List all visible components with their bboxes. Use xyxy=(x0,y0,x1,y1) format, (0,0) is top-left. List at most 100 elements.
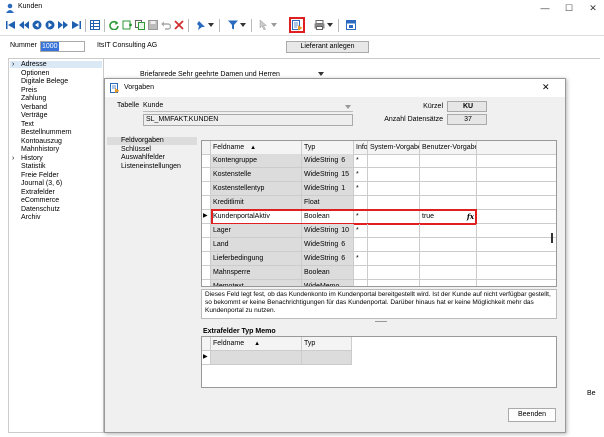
print-icon[interactable] xyxy=(313,19,325,31)
cell-typ[interactable]: WideString 6 xyxy=(302,238,354,252)
sidebar-item[interactable]: › Adresse xyxy=(10,61,102,68)
undo-icon[interactable] xyxy=(160,19,172,31)
cell-feldname[interactable]: Land xyxy=(211,238,302,252)
copy-record-icon[interactable] xyxy=(134,19,146,31)
cursor-icon[interactable] xyxy=(258,19,270,31)
cell-typ[interactable]: WideString 6 xyxy=(302,252,354,266)
close-button[interactable]: ✕ xyxy=(582,2,604,14)
cell-system[interactable] xyxy=(368,168,420,182)
maximize-button[interactable]: ☐ xyxy=(558,2,580,14)
nav-item[interactable]: Feldvorgaben xyxy=(107,137,197,145)
refresh-icon[interactable] xyxy=(108,19,120,31)
chevron-down-icon[interactable] xyxy=(327,19,333,31)
cell-system[interactable] xyxy=(368,280,420,286)
sidebar-item[interactable]: Zahlung xyxy=(21,95,46,102)
minimize-button[interactable]: — xyxy=(534,2,556,14)
cell-benutzer[interactable] xyxy=(420,266,477,280)
vorgaben-icon[interactable] xyxy=(289,17,305,33)
extra-cell-typ[interactable] xyxy=(302,351,352,365)
cell-feldname[interactable]: Mahnsperre xyxy=(211,266,302,280)
sidebar-item[interactable]: eCommerce xyxy=(21,197,59,204)
sidebar-item[interactable]: Digitale Belege xyxy=(21,78,68,85)
cell-typ[interactable]: WideString 10 xyxy=(302,224,354,238)
sidebar-item[interactable]: Optionen xyxy=(21,70,49,77)
nav-item[interactable]: Listeneinstellungen xyxy=(107,163,197,171)
sidebar-item[interactable]: Statistik xyxy=(21,163,46,170)
nav-item[interactable]: Schlüssel xyxy=(107,146,197,154)
lieferant-anlegen-button[interactable]: Lieferant anlegen xyxy=(286,41,369,53)
sidebar-item[interactable]: Text xyxy=(21,121,34,128)
cell-system[interactable] xyxy=(368,182,420,196)
next-page-icon[interactable] xyxy=(57,19,69,31)
sidebar-item[interactable]: Extrafelder xyxy=(21,189,55,196)
pin-icon[interactable] xyxy=(195,19,207,31)
prev-record-icon[interactable] xyxy=(31,19,43,31)
expand-arrow-icon[interactable]: › xyxy=(12,61,14,68)
chevron-down-icon[interactable] xyxy=(271,19,277,31)
delete-icon[interactable] xyxy=(173,19,185,31)
cell-feldname[interactable]: Memotext xyxy=(211,280,302,286)
sidebar-item[interactable]: Verträge xyxy=(21,112,47,119)
cell-benutzer[interactable] xyxy=(420,154,477,168)
sidebar-item[interactable]: › History xyxy=(12,155,43,162)
nummer-field[interactable]: 1000 xyxy=(40,41,85,52)
next-record-icon[interactable] xyxy=(44,19,56,31)
sidebar-item[interactable]: Preis xyxy=(21,87,37,94)
grid-header-feldname[interactable]: Feldname ▲ xyxy=(211,141,302,155)
cell-system[interactable] xyxy=(368,224,420,238)
extra-cell-feldname[interactable] xyxy=(211,351,302,365)
cell-feldname[interactable]: Lieferbedingung xyxy=(211,252,302,266)
cell-benutzer[interactable] xyxy=(420,168,477,182)
calendar-icon[interactable] xyxy=(345,19,357,31)
grid-header-system[interactable]: System-Vorgabe xyxy=(368,141,420,155)
sidebar-item[interactable]: Bestellnummern xyxy=(21,129,72,136)
new-record-icon[interactable] xyxy=(121,19,133,31)
expand-arrow-icon[interactable]: › xyxy=(12,155,14,162)
prev-page-icon[interactable] xyxy=(18,19,30,31)
save-icon[interactable] xyxy=(147,19,159,31)
sidebar-item[interactable]: Journal (3, 6) xyxy=(21,180,62,187)
cell-benutzer[interactable] xyxy=(420,196,477,210)
nav-item[interactable]: Auswahlfelder xyxy=(107,154,197,162)
cell-benutzer[interactable] xyxy=(420,280,477,286)
extra-header-typ[interactable]: Typ xyxy=(302,337,352,351)
chevron-down-icon[interactable] xyxy=(240,19,246,31)
first-record-icon[interactable] xyxy=(5,19,17,31)
cell-benutzer[interactable] xyxy=(420,182,477,196)
grid-header-typ[interactable]: Typ xyxy=(302,141,354,155)
cell-feldname[interactable]: Kreditlimit xyxy=(211,196,302,210)
grid-header-info[interactable]: Info xyxy=(354,141,368,155)
sidebar-item[interactable]: Mahnhistory xyxy=(21,146,59,153)
sidebar-item[interactable]: Freie Felder xyxy=(21,172,59,179)
cell-system[interactable] xyxy=(368,238,420,252)
extra-header-feldname[interactable]: Feldname ▲ xyxy=(211,337,302,351)
cell-system[interactable] xyxy=(368,252,420,266)
beenden-button[interactable]: Beenden xyxy=(508,408,556,422)
sidebar-item[interactable]: Datenschutz xyxy=(21,206,60,213)
cell-system[interactable] xyxy=(368,154,420,168)
chevron-down-icon[interactable] xyxy=(345,105,351,112)
cell-benutzer[interactable] xyxy=(420,252,477,266)
cell-typ[interactable]: WideString 15 xyxy=(302,168,354,182)
cell-feldname[interactable]: Kontengruppe xyxy=(211,154,302,168)
chevron-down-icon[interactable] xyxy=(208,19,214,31)
cell-feldname[interactable]: Kostenstellentyp xyxy=(211,182,302,196)
tabelle-select[interactable]: Kunde xyxy=(143,101,353,112)
cell-benutzer[interactable] xyxy=(420,224,477,238)
cell-typ[interactable]: Boolean xyxy=(302,266,354,280)
last-record-icon[interactable] xyxy=(70,19,82,31)
cell-benutzer[interactable] xyxy=(420,238,477,252)
splitter-handle[interactable] xyxy=(375,321,387,322)
sidebar-item[interactable]: Verband xyxy=(21,104,47,111)
dialog-close-button[interactable]: ✕ xyxy=(542,82,550,93)
table-view-icon[interactable] xyxy=(89,19,101,31)
cell-typ[interactable]: WideString 1 xyxy=(302,182,354,196)
cell-system[interactable] xyxy=(368,196,420,210)
cell-typ[interactable]: WideMemo xyxy=(302,280,354,286)
cell-typ[interactable]: Float xyxy=(302,196,354,210)
grid-scrollbar[interactable] xyxy=(551,233,553,243)
sidebar-item[interactable]: Kontoauszug xyxy=(21,138,62,145)
grid-header-benutzer[interactable]: Benutzer-Vorgabe xyxy=(420,141,477,155)
sidebar-item[interactable]: Archiv xyxy=(21,214,40,221)
cell-system[interactable] xyxy=(368,266,420,280)
